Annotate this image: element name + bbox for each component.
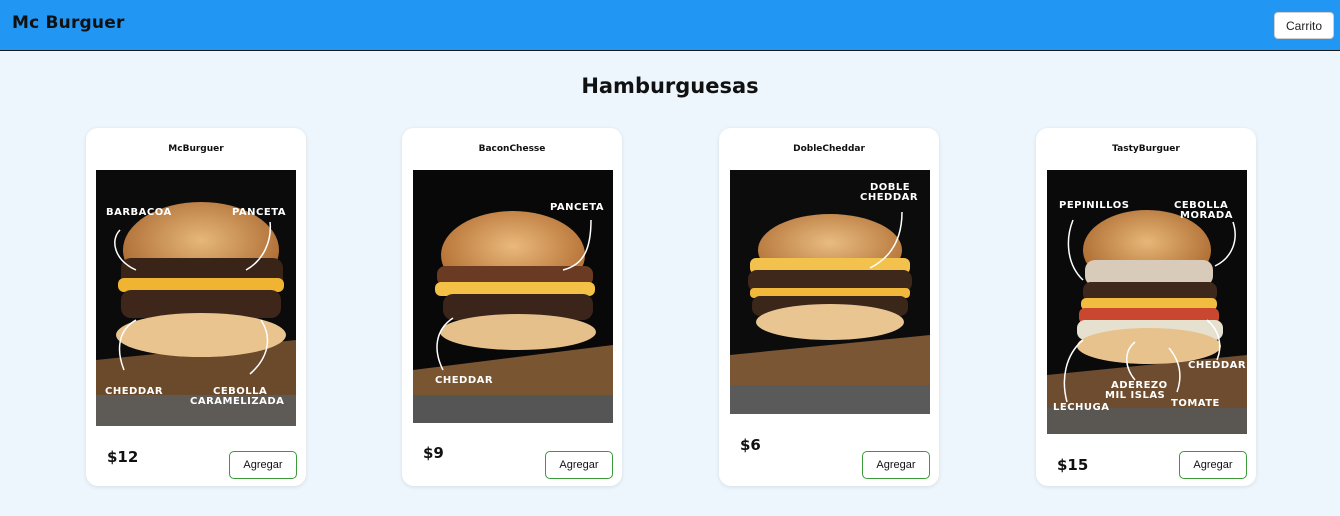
product-name: McBurguer: [168, 144, 224, 154]
navbar: Mc Burguer Carrito: [0, 0, 1340, 51]
product-card: DobleCheddar DOBLE CHEDDAR $6 Agregar: [719, 128, 939, 486]
product-price: $15: [1057, 456, 1089, 474]
image-label: MORADA: [1180, 210, 1233, 221]
image-label: BARBACOA: [106, 207, 172, 218]
section-title: Hamburguesas: [581, 74, 759, 98]
product-image: DOBLE CHEDDAR: [730, 170, 930, 414]
product-price: $9: [423, 444, 444, 462]
image-label: CHEDDAR: [1188, 360, 1246, 371]
image-label: PEPINILLOS: [1059, 200, 1129, 211]
image-label: PANCETA: [232, 207, 286, 218]
add-to-cart-button[interactable]: Agregar: [862, 451, 930, 479]
product-name: TastyBurguer: [1112, 144, 1180, 154]
image-label: PANCETA: [550, 202, 604, 213]
product-image: BARBACOA PANCETA CHEDDAR CEBOLLA CARAMEL…: [96, 170, 296, 426]
image-label: CHEDDAR: [860, 192, 918, 203]
image-label: CHEDDAR: [105, 386, 163, 397]
image-label: TOMATE: [1171, 398, 1220, 409]
product-name: DobleCheddar: [793, 144, 865, 154]
product-card: McBurguer BARBACOA PANCETA CHEDDAR CEBOL…: [86, 128, 306, 486]
product-image: PANCETA CHEDDAR: [413, 170, 613, 423]
image-label: LECHUGA: [1053, 402, 1109, 413]
product-price: $12: [107, 448, 139, 466]
product-card: TastyBurguer PEPINILLOS CEBOLLA MORADA A…: [1036, 128, 1256, 486]
image-label: CHEDDAR: [435, 375, 493, 386]
product-price: $6: [740, 436, 761, 454]
cart-button[interactable]: Carrito: [1274, 12, 1334, 39]
product-card: BaconChesse PANCETA CHEDDAR $9 Agregar: [402, 128, 622, 486]
add-to-cart-button[interactable]: Agregar: [1179, 451, 1247, 479]
product-image: PEPINILLOS CEBOLLA MORADA ADEREZO MIL IS…: [1047, 170, 1247, 434]
image-label: MIL ISLAS: [1105, 390, 1165, 401]
brand-logo[interactable]: Mc Burguer: [12, 13, 125, 33]
add-to-cart-button[interactable]: Agregar: [545, 451, 613, 479]
product-name: BaconChesse: [478, 144, 546, 154]
image-label: CARAMELIZADA: [190, 396, 284, 407]
add-to-cart-button[interactable]: Agregar: [229, 451, 297, 479]
